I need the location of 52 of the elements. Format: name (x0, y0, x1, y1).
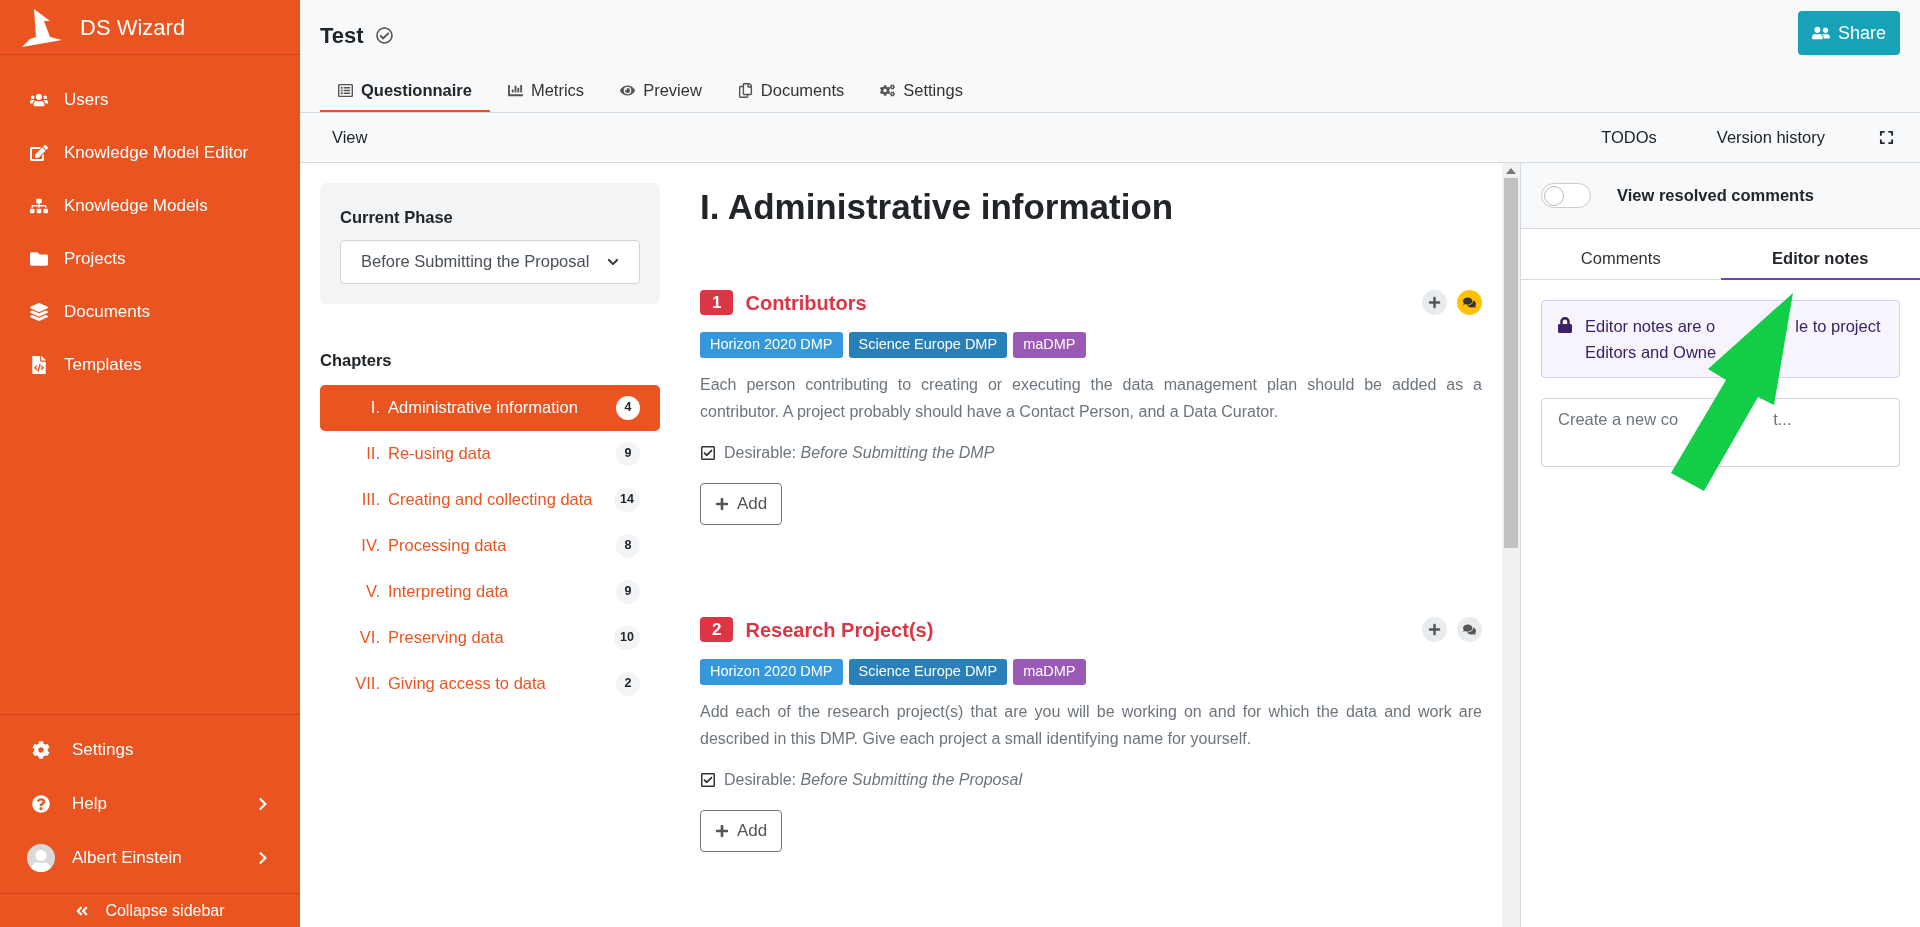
desirable-label: Desirable: Before Submitting the Proposal (724, 769, 1022, 790)
chapter-item[interactable]: VII. Giving access to data 2 (320, 660, 660, 707)
desirable-label: Desirable: Before Submitting the DMP (724, 442, 995, 463)
project-title: Test (320, 21, 364, 50)
chapter-item[interactable]: III. Creating and collecting data 14 (320, 476, 660, 523)
tag: Science Europe DMP (848, 658, 1008, 685)
toolbar-link[interactable]: Version history (1716, 125, 1825, 150)
collapse-sidebar-button[interactable]: Collapse sidebar (75, 898, 225, 923)
chapter-item[interactable]: IV. Processing data 8 (320, 522, 660, 569)
phase-label: Current Phase (340, 207, 454, 228)
chapter-item[interactable]: I. Administrative information 4 (320, 384, 660, 431)
phase-select[interactable]: Before Submitting the Proposal (340, 239, 640, 284)
toolbar-link[interactable]: TODOs (1601, 125, 1657, 150)
sidebar-item[interactable]: Knowledge Model Editor (0, 126, 300, 179)
sidebar-item[interactable]: Settings (0, 723, 300, 777)
question-number: 2 (700, 617, 734, 642)
sidebar-item[interactable]: Users (0, 73, 300, 126)
tab[interactable]: Metrics (489, 70, 603, 112)
question-title: Research Project(s) (745, 617, 935, 643)
add-button[interactable]: Add (700, 809, 783, 852)
sidebar-item[interactable]: Albert Einstein (0, 831, 300, 885)
question-title: Contributors (745, 290, 868, 316)
question-number: 1 (700, 290, 734, 315)
question-description: Add each of the research project(s) that are you will be working on and for which the data and work are described in this DMP. Give each project a small identifying name for yourself. (700, 701, 1482, 749)
tag: maDMP (1013, 658, 1086, 685)
sidebar-item[interactable]: Templates (0, 338, 300, 391)
tab[interactable]: Editor notes (1720, 238, 1920, 280)
view-menu[interactable]: View (332, 125, 368, 150)
sidebar-item[interactable]: Help (0, 777, 300, 831)
add-button[interactable]: Add (700, 482, 783, 525)
sidebar-item[interactable]: Documents (0, 285, 300, 338)
tab[interactable]: Settings (862, 70, 981, 112)
tab[interactable]: Comments (1521, 238, 1721, 280)
chapter-title: I. Administrative information (700, 186, 1175, 228)
notice-text: Editors and Owne (1585, 342, 1717, 363)
sidebar-item[interactable]: Projects (0, 232, 300, 285)
notice-text: le to project (1795, 316, 1881, 337)
chapter-item[interactable]: V. Interpreting data 9 (320, 568, 660, 615)
tab[interactable]: Documents (719, 70, 863, 112)
sidebar-item[interactable]: Knowledge Models (0, 179, 300, 232)
question-description: Each person contributing to creating or executing the data management plan should be added as a contributor. A project probably should have a Contact Person, and a Data Curator. (700, 374, 1482, 422)
notice-text: Editor notes are o (1585, 316, 1716, 337)
tab[interactable]: Preview (602, 70, 720, 112)
chapter-item[interactable]: VI. Preserving data 10 (320, 614, 660, 661)
tag: Horizon 2020 DMP (700, 331, 843, 358)
tag: maDMP (1013, 331, 1086, 358)
tag: Horizon 2020 DMP (700, 658, 843, 685)
chapter-item[interactable]: II. Re-using data 9 (320, 430, 660, 477)
tag: Science Europe DMP (848, 331, 1008, 358)
toggle-label: View resolved comments (1617, 185, 1814, 207)
chapters-heading: Chapters (320, 349, 393, 371)
brand-name: DS Wizard (80, 13, 186, 42)
